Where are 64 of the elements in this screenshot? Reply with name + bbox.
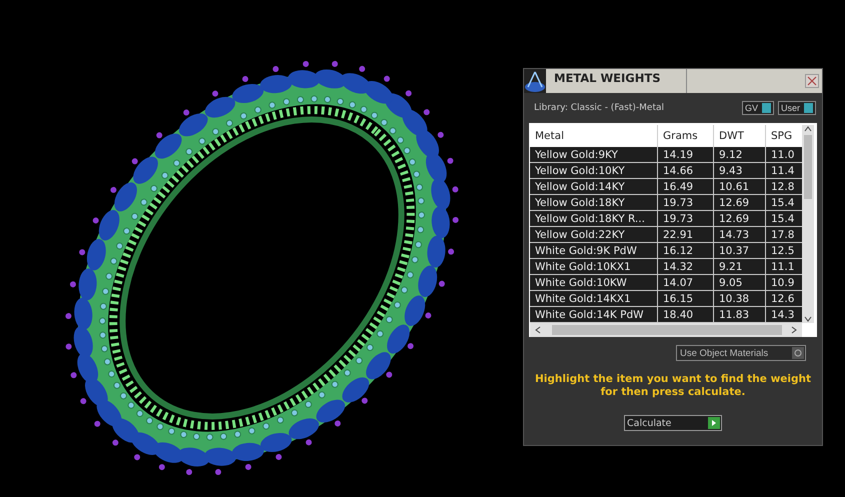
table-cell: 11.0 xyxy=(766,147,802,163)
table-cell: 10.9 xyxy=(766,275,802,291)
table-cell: 14.32 xyxy=(658,259,714,275)
table-cell: White Gold:9K PdW xyxy=(530,243,658,259)
table-cell: Yellow Gold:10KY xyxy=(530,163,658,179)
table-cell: 12.69 xyxy=(714,195,766,211)
scrollbar-thumb[interactable] xyxy=(804,135,812,199)
table-cell: 14.3 xyxy=(766,307,802,323)
table-cell: 15.4 xyxy=(766,211,802,227)
instruction-text: Highlight the item you want to find the weight for then press calculate. xyxy=(534,373,812,399)
table-cell: 11.1 xyxy=(766,259,802,275)
table-cell: 12.6 xyxy=(766,291,802,307)
table-cell: White Gold:10KX1 xyxy=(530,259,658,275)
table-cell: 15.4 xyxy=(766,195,802,211)
table-cell: 16.49 xyxy=(658,179,714,195)
table-cell: Yellow Gold:18KY xyxy=(530,195,658,211)
chevron-up-icon[interactable] xyxy=(803,125,813,133)
close-icon xyxy=(807,76,817,86)
table-cell: 12.8 xyxy=(766,179,802,195)
table-cell: 10.37 xyxy=(714,243,766,259)
horizontal-scrollbar[interactable] xyxy=(530,323,802,337)
panel-title: METAL WEIGHTS xyxy=(546,69,687,93)
table-cell: 16.15 xyxy=(658,291,714,307)
use-object-materials-toggle[interactable]: Use Object Materials xyxy=(676,345,806,361)
table-cell: 14.66 xyxy=(658,163,714,179)
table-cell: White Gold:10KW xyxy=(530,275,658,291)
table-cell: 19.73 xyxy=(658,211,714,227)
table-cell: Yellow Gold:14KY xyxy=(530,179,658,195)
table-cell: 10.38 xyxy=(714,291,766,307)
library-toggle[interactable]: User xyxy=(778,101,816,115)
scrollbar-thumb[interactable] xyxy=(552,325,782,335)
calculate-button[interactable]: Calculate xyxy=(624,415,722,431)
library-toggle[interactable]: GV xyxy=(742,101,774,115)
table-cell: 10.61 xyxy=(714,179,766,195)
cone-logo-icon xyxy=(524,69,546,93)
table-cell: 14.19 xyxy=(658,147,714,163)
vertical-scrollbar[interactable] xyxy=(802,125,814,323)
table-cell: 9.12 xyxy=(714,147,766,163)
chevron-left-icon[interactable] xyxy=(534,325,542,335)
table-cell: 22.91 xyxy=(658,227,714,243)
table-cell: 11.4 xyxy=(766,163,802,179)
table-cell: Yellow Gold:18KY R... xyxy=(530,211,658,227)
table-cell: 9.43 xyxy=(714,163,766,179)
close-button[interactable] xyxy=(805,74,819,88)
table-cell: Yellow Gold:9KY xyxy=(530,147,658,163)
table-cell: 16.12 xyxy=(658,243,714,259)
table-cell: 17.8 xyxy=(766,227,802,243)
table-cell: White Gold:14K PdW xyxy=(530,307,658,323)
chevron-right-icon[interactable] xyxy=(790,325,798,335)
table-cell: 11.83 xyxy=(714,307,766,323)
play-icon xyxy=(711,419,717,427)
table-cell: 18.40 xyxy=(658,307,714,323)
table-cell: White Gold:14KX1 xyxy=(530,291,658,307)
table-cell: 14.73 xyxy=(714,227,766,243)
table-cell: 19.73 xyxy=(658,195,714,211)
circle-icon xyxy=(794,349,802,357)
table-cell: Yellow Gold:22KY xyxy=(530,227,658,243)
table-cell: 9.05 xyxy=(714,275,766,291)
chevron-down-icon[interactable] xyxy=(803,315,813,323)
table-cell: 12.69 xyxy=(714,211,766,227)
table-cell: 9.21 xyxy=(714,259,766,275)
library-label: Library: Classic - (Fast)-Metal xyxy=(534,103,664,113)
table-cell: 12.5 xyxy=(766,243,802,259)
table-cell: 14.07 xyxy=(658,275,714,291)
